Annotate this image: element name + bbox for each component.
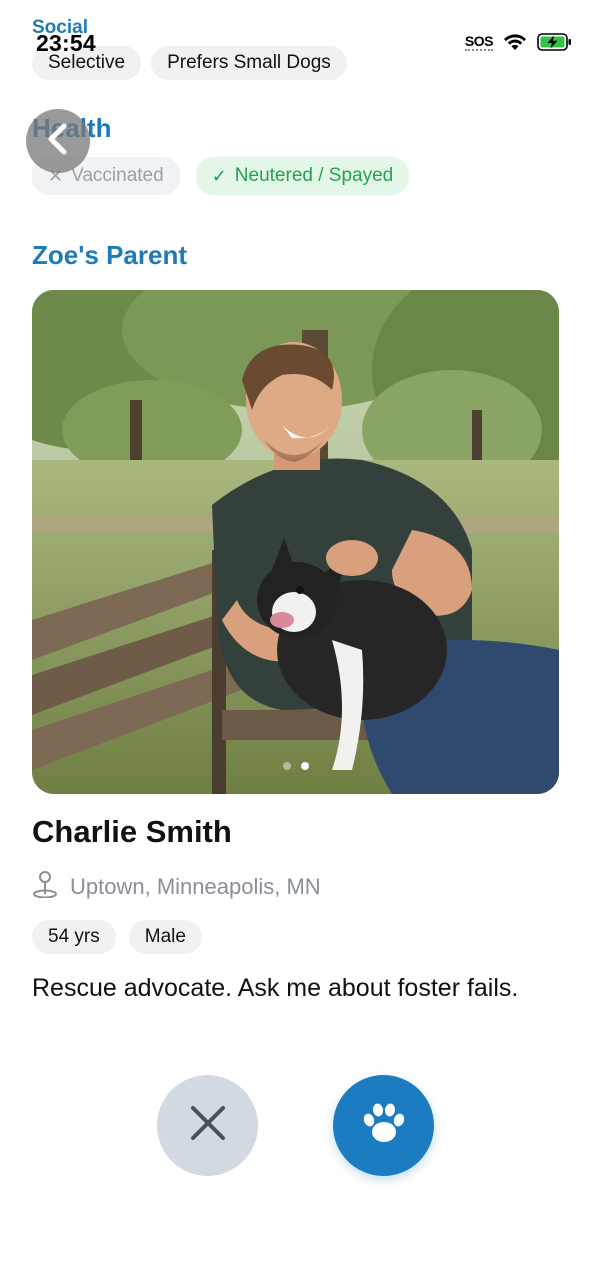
pass-button[interactable] [157,1075,258,1176]
person-with-dog-photo [32,290,559,794]
like-button[interactable] [333,1075,434,1176]
bio: Rescue advocate. Ask me about foster fai… [32,974,519,1002]
age-tag: 54 yrs [32,920,116,954]
chevron-left-icon [45,122,71,161]
profile-photo[interactable] [32,290,559,794]
section-title-social: Social [32,17,88,38]
location: Uptown, Minneapolis, MN [32,870,321,903]
sos-indicator: SOS [464,32,494,51]
location-text: Uptown, Minneapolis, MN [70,873,321,899]
person-name: Charlie Smith [32,814,232,849]
paw-icon [360,1099,408,1152]
pager-dot-active[interactable] [300,762,309,770]
gender-tag: Male [128,920,202,954]
section-title-parent: Zoe's Parent [32,240,188,270]
social-chip: Selective [32,46,142,80]
photo-pager [32,762,559,770]
health-chips: ✕ Vaccinated ✓ Neutered / Spayed [32,157,410,195]
status-icons: SOS [464,32,573,52]
health-chip-neutered: ✓ Neutered / Spayed [195,157,410,195]
back-button[interactable] [26,109,90,173]
social-chips: Selective Prefers Small Dogs [32,46,347,80]
pager-dot[interactable] [282,762,291,770]
social-chip: Prefers Small Dogs [151,46,347,80]
health-chip-label: Neutered / Spayed [234,165,394,186]
location-pin-icon [32,870,58,903]
wifi-icon [503,33,527,51]
check-icon: ✓ [211,165,227,186]
health-chip-label: Vaccinated [71,165,164,186]
profile-tags: 54 yrs Male [32,920,202,954]
battery-charging-icon [537,32,573,52]
close-icon [188,1103,228,1148]
